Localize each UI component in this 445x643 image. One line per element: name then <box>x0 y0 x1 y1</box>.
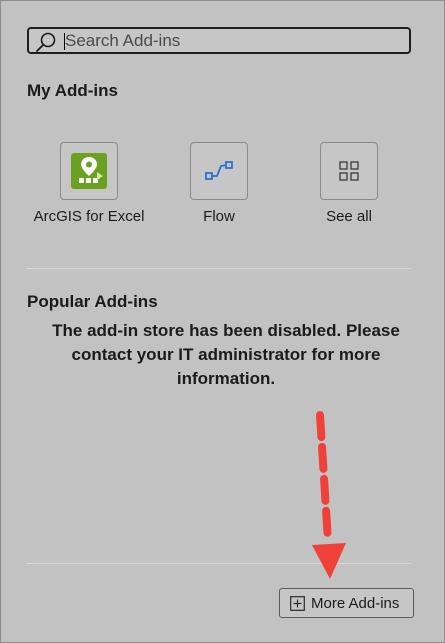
my-addins-heading: My Add-ins <box>27 81 118 100</box>
divider <box>27 563 412 564</box>
search-input[interactable] <box>65 30 395 52</box>
addin-tile[interactable] <box>190 142 248 200</box>
addin-flow[interactable]: Flow <box>159 142 279 225</box>
addin-label: Flow <box>203 208 235 225</box>
red-arrow-annotation <box>312 411 346 579</box>
popular-addins-heading: Popular Add-ins <box>27 292 158 311</box>
store-disabled-message: The add-in store has been disabled. Plea… <box>52 321 400 388</box>
arcgis-map-pin-icon <box>71 153 107 189</box>
search-icon <box>36 32 56 52</box>
more-addins-button[interactable]: More Add-ins <box>279 588 414 618</box>
divider <box>27 268 412 269</box>
flow-icon <box>205 161 233 180</box>
grid-icon <box>339 161 359 181</box>
search-box[interactable] <box>27 27 411 54</box>
addin-tile[interactable] <box>60 142 118 200</box>
addin-arcgis-for-excel[interactable]: ArcGIS for Excel <box>29 142 149 225</box>
addins-panel: My Add-ins ArcGIS for Excel Flow <box>0 0 445 643</box>
more-addins-label: More Add-ins <box>311 594 400 612</box>
addin-label: See all <box>326 208 372 225</box>
plus-box-icon <box>290 595 305 611</box>
addin-label: ArcGIS for Excel <box>33 208 145 225</box>
addin-tile[interactable] <box>320 142 378 200</box>
addin-see-all[interactable]: See all <box>289 142 409 225</box>
